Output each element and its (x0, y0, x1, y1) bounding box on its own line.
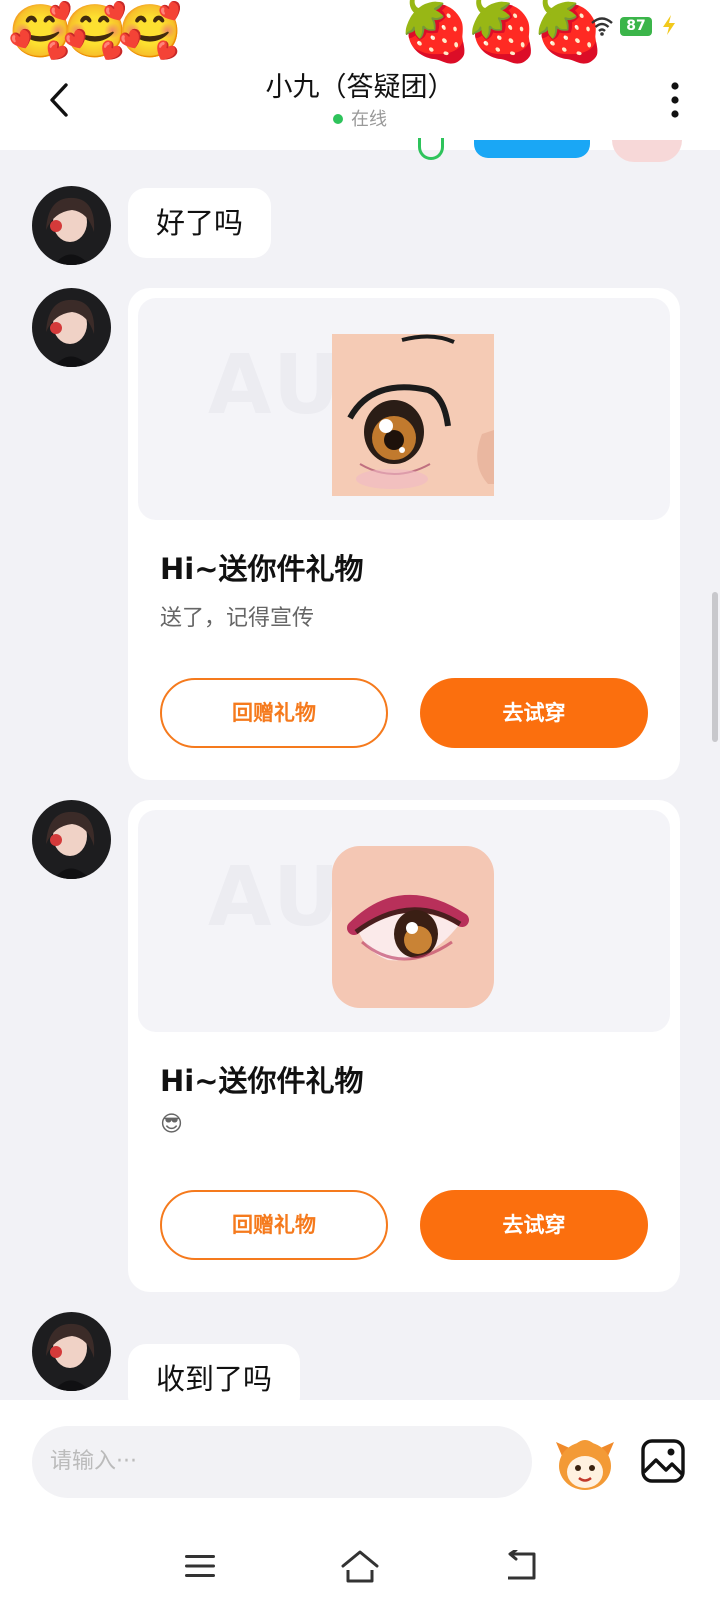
nav-menu-button[interactable] (184, 1552, 216, 1580)
avatar[interactable] (32, 800, 111, 879)
eye-gift-image[interactable] (332, 846, 494, 1008)
page-title: 小九（答疑团） (265, 72, 455, 103)
status-emoji-decoration: 🥰🥰🥰 (8, 2, 182, 62)
chat-header: 🥰🥰🥰 🍓🍓🍓 87 小九（答疑团） 在线 (0, 0, 720, 150)
input-bar: 请输入··· (0, 1400, 720, 1606)
try-on-button[interactable]: 去试穿 (420, 678, 648, 748)
return-gift-button[interactable]: 回赠礼物 (160, 678, 388, 748)
gift-card-message: 😎 (160, 1112, 183, 1137)
message-input[interactable]: 请输入··· (32, 1426, 532, 1498)
status-bar: 🥰🥰🥰 🍓🍓🍓 87 (0, 0, 720, 64)
avatar-photo (32, 800, 111, 879)
return-gift-button[interactable]: 回赠礼物 (160, 1190, 388, 1260)
online-status-label: 在线 (351, 109, 387, 130)
more-options-button[interactable] (660, 80, 690, 120)
gift-card-message: 送了，记得宣传 (160, 606, 315, 631)
avatar-photo (32, 1312, 111, 1391)
peek-check-icon (418, 138, 444, 160)
avatar[interactable] (32, 288, 111, 367)
peek-blue-button (474, 140, 590, 158)
gift-card-title: Hi~送你件礼物 (160, 552, 364, 586)
gift-preview: AU R (138, 810, 670, 1032)
scrollbar[interactable] (712, 592, 718, 742)
avatar[interactable] (32, 186, 111, 265)
battery-indicator: 87 (620, 17, 652, 36)
charging-icon (663, 15, 675, 35)
avatar-photo (32, 186, 111, 265)
back-button[interactable] (40, 80, 80, 120)
wifi-icon (591, 17, 613, 36)
online-dot-icon (333, 114, 343, 124)
nav-back-button[interactable] (504, 1550, 538, 1582)
chat-title-block: 小九（答疑团） 在线 (180, 70, 540, 132)
gift-card-title: Hi~送你件礼物 (160, 1064, 364, 1098)
nav-home-button[interactable] (340, 1548, 380, 1584)
avatar[interactable] (32, 1312, 111, 1391)
try-on-button[interactable]: 去试穿 (420, 1190, 648, 1260)
gift-preview: AU R (138, 298, 670, 520)
eye-gift-image[interactable] (332, 334, 494, 496)
strawberry-decoration: 🍓🍓🍓 (398, 0, 606, 66)
mascot-sticker-button[interactable] (554, 1434, 616, 1492)
online-status: 在线 (180, 108, 540, 132)
peek-gift-image (612, 140, 682, 162)
message-bubble[interactable]: 好了吗 (128, 188, 272, 258)
gift-card[interactable]: AU R Hi~送你件礼物 😎 回赠礼物 去试穿 (128, 800, 680, 1292)
image-picker-button[interactable] (640, 1438, 686, 1484)
avatar-photo (32, 288, 111, 367)
gift-card[interactable]: AU R Hi~送你件礼物 送了，记得宣传 回赠礼物 去试穿 (128, 288, 680, 780)
